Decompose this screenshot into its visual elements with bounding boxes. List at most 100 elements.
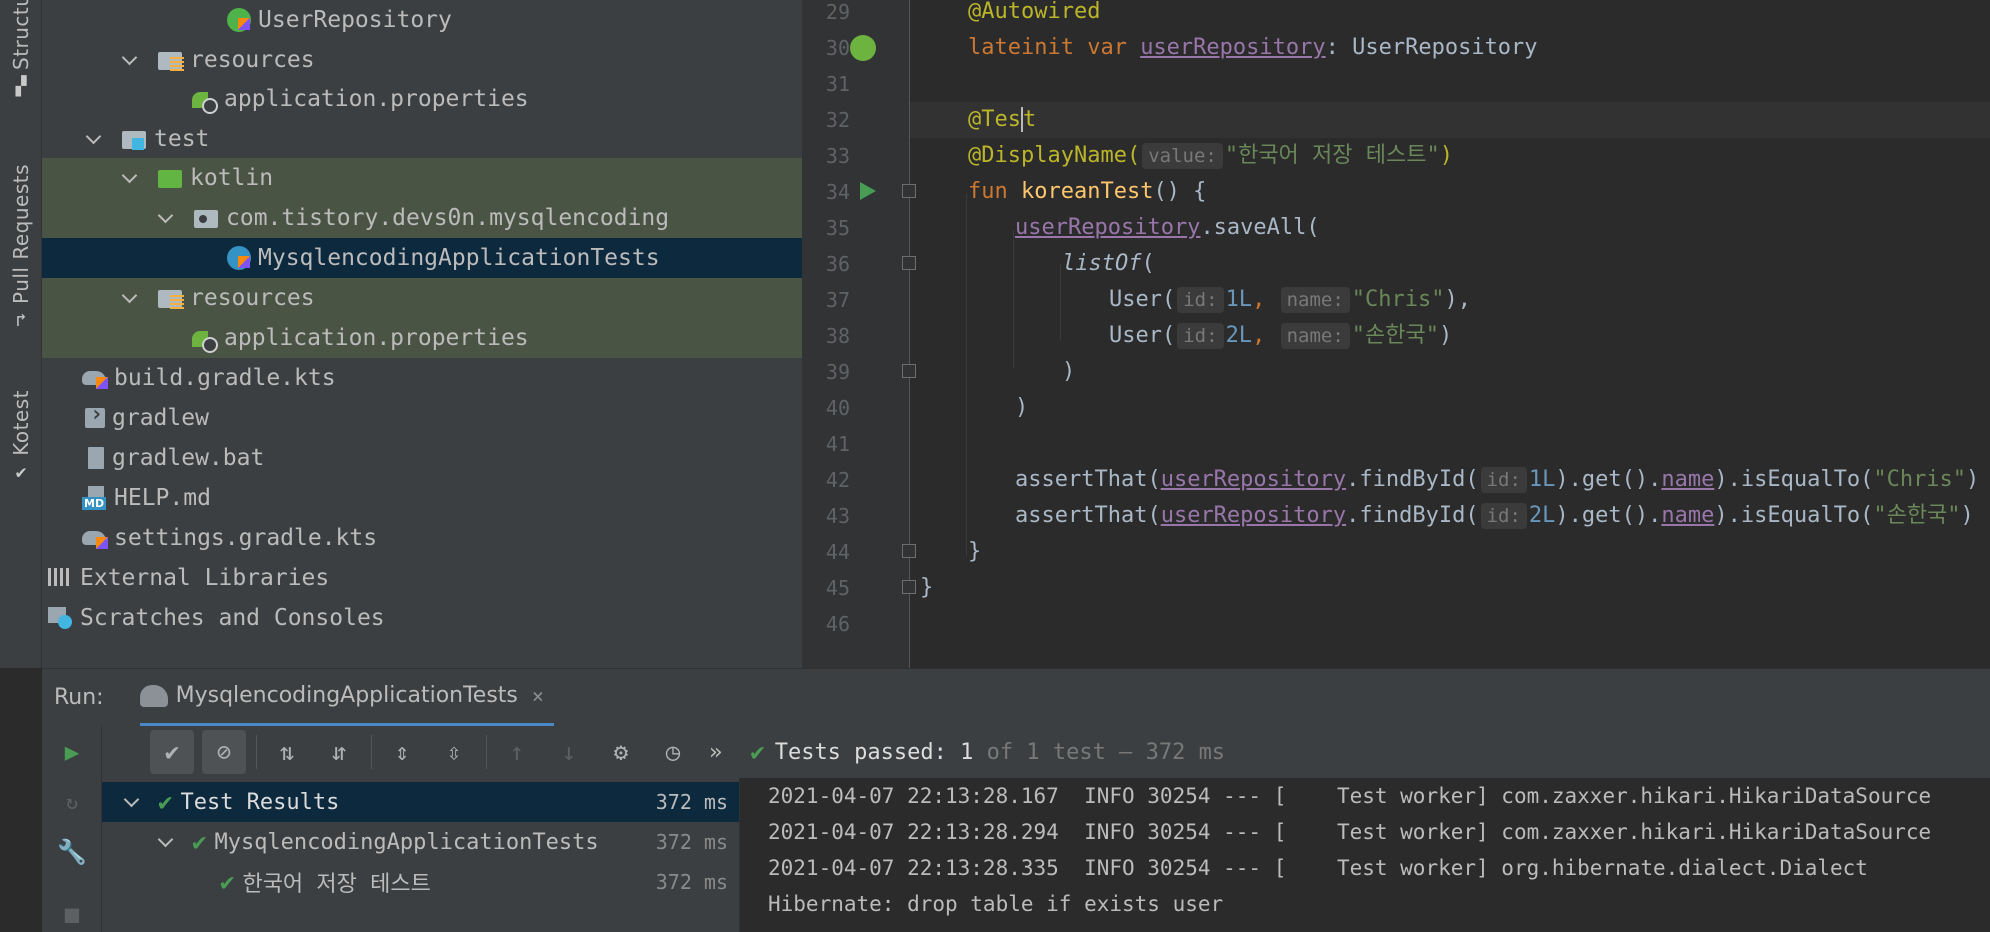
code-token: ) (1439, 143, 1453, 168)
rerun-failed-icon[interactable]: ↻ (56, 786, 88, 818)
tree-item-label: MysqlencodingApplicationTests (258, 245, 660, 271)
tree-item-label: settings.gradle.kts (114, 525, 378, 551)
code-token: name (1661, 503, 1715, 528)
tree-item-scratches-and-consoles[interactable]: Scratches and Consoles (42, 598, 802, 638)
test-results-root[interactable]: ✔ Test Results 372 ms (102, 782, 739, 822)
status-count: 1 (960, 739, 974, 765)
code-token: , (1252, 287, 1266, 312)
fold-marker-icon[interactable] (902, 256, 916, 270)
run-test-icon[interactable] (860, 182, 876, 200)
resources-folder-icon (156, 47, 184, 73)
tree-item-mysqlencoding-application-tests[interactable]: MysqlencodingApplicationTests (42, 238, 802, 278)
code-token: ) (1438, 323, 1453, 348)
chevron-down-icon[interactable] (120, 288, 140, 308)
fold-marker-icon[interactable] (902, 544, 916, 558)
tree-item-label: UserRepository (258, 7, 452, 33)
line-number: 30 (825, 36, 850, 60)
code-line-36: listOf( (1062, 246, 1155, 282)
line-number: 32 (825, 108, 850, 132)
show-ignored-icon[interactable]: ⊘ (202, 730, 246, 774)
code-line-30: lateinit var userRepository: UserReposit… (968, 30, 1538, 66)
more-actions-icon[interactable]: » (709, 740, 722, 765)
check-icon: ✔ (158, 788, 173, 816)
fold-marker-icon[interactable] (902, 364, 916, 378)
chevron-down-icon[interactable] (156, 832, 176, 852)
tree-item-user-repository[interactable]: UserRepository (42, 0, 802, 40)
line-number: 38 (825, 324, 850, 348)
wrench-icon[interactable]: 🔧 (56, 836, 88, 868)
run-side-toolbar: ▶ ↻ 🔧 ■ (42, 726, 102, 932)
code-token: 1L (1528, 467, 1556, 492)
parameter-hint: id: (1177, 287, 1224, 313)
tree-item-settings-gradle-kts[interactable]: settings.gradle.kts (42, 518, 802, 558)
tree-item-help-md[interactable]: HELP.md (42, 478, 802, 518)
previous-test-icon[interactable]: ↑ (495, 730, 539, 774)
tree-item-external-libraries[interactable]: External Libraries (42, 558, 802, 598)
tree-item-application-properties-main[interactable]: application.properties (42, 79, 802, 119)
code-line-45: } (920, 570, 933, 606)
code-token: .saveAll( (1200, 215, 1320, 240)
tree-item-test[interactable]: test (42, 119, 802, 159)
indent-guide (1013, 230, 1014, 368)
chevron-down-icon[interactable] (122, 792, 142, 812)
test-resources-folder-icon (156, 285, 184, 311)
code-token: @DisplayName( (968, 143, 1141, 168)
code-line-44: } (968, 534, 981, 570)
tree-item-resources-test[interactable]: resources (42, 278, 802, 318)
run-label: Run: (54, 685, 104, 710)
test-history-icon[interactable]: ◷ (651, 730, 695, 774)
code-token: ) (1015, 395, 1029, 420)
run-tab[interactable]: MysqlencodingApplicationTests × (139, 669, 554, 727)
file-icon (82, 445, 110, 471)
fold-marker-icon[interactable] (902, 580, 916, 594)
gutter-divider (909, 0, 910, 668)
fold-marker-icon[interactable] (902, 184, 916, 198)
chevron-down-icon[interactable] (156, 208, 176, 228)
code-token: ).isEqualTo( (1714, 467, 1874, 492)
code-token: : UserRepository (1325, 35, 1538, 60)
chevron-down-icon[interactable] (120, 50, 140, 70)
run-tab-label: MysqlencodingApplicationTests (175, 683, 518, 708)
code-token: ) (1062, 359, 1076, 384)
test-class-node[interactable]: ✔ MysqlencodingApplicationTests 372 ms (102, 822, 739, 862)
expand-all-icon[interactable]: ⇕ (380, 730, 424, 774)
structure-tab[interactable]: Structure ▞ (4, 0, 38, 97)
tree-item-build-gradle-kts[interactable]: build.gradle.kts (42, 358, 802, 398)
code-editor[interactable]: 29 30 31 32 33 34 35 36 37 38 39 40 41 4… (802, 0, 1990, 668)
rerun-icon[interactable]: ▶ (56, 736, 88, 768)
autowired-bean-icon[interactable] (850, 35, 876, 61)
tree-item-gradlew[interactable]: gradlew (42, 398, 802, 438)
import-tests-icon[interactable]: ⚙ (599, 730, 643, 774)
current-line-highlight (910, 102, 1990, 138)
code-line-34: fun koreanTest() { (968, 174, 1206, 210)
tree-item-kotlin[interactable]: kotlin (42, 158, 802, 198)
collapse-all-icon[interactable]: ⇳ (432, 730, 476, 774)
toolbar-separator (486, 735, 487, 769)
pull-requests-tab[interactable]: Pull Requests ↱ (4, 164, 38, 331)
test-sources-folder-icon (156, 165, 184, 191)
line-number: 41 (825, 432, 850, 456)
parameter-hint: value: (1142, 143, 1223, 169)
tree-item-gradlew-bat[interactable]: gradlew.bat (42, 438, 802, 478)
sort-duration-icon[interactable]: ⇵ (317, 730, 361, 774)
console-output[interactable]: 2021-04-07 22:13:28.167 INFO 30254 --- [… (742, 778, 1990, 932)
test-folder-icon (120, 126, 148, 152)
structure-icon: ▞ (15, 76, 27, 97)
tree-item-resources-main[interactable]: resources (42, 40, 802, 80)
code-token: assertThat( (1015, 467, 1161, 492)
tree-item-application-properties-test[interactable]: application.properties (42, 318, 802, 358)
tree-item-label: Scratches and Consoles (80, 605, 385, 631)
chevron-down-icon[interactable] (120, 168, 140, 188)
tree-item-package[interactable]: com.tistory.devs0n.mysqlencoding (42, 198, 802, 238)
tree-item-label: application.properties (224, 86, 529, 112)
kotest-tab[interactable]: Kotest ✔ (4, 390, 38, 483)
close-icon[interactable]: × (532, 684, 544, 708)
check-icon: ✔ (192, 828, 207, 856)
chevron-down-icon[interactable] (84, 129, 104, 149)
next-test-icon[interactable]: ↓ (547, 730, 591, 774)
show-passed-icon[interactable]: ✔ (150, 730, 194, 774)
test-method-node[interactable]: ✔ 한국어 저장 테스트 372 ms (102, 862, 739, 902)
sort-alpha-icon[interactable]: ⇅ (265, 730, 309, 774)
console-line: 2021-04-07 22:13:28.335 INFO 30254 --- [… (768, 856, 1990, 880)
stop-icon[interactable]: ■ (56, 898, 88, 930)
